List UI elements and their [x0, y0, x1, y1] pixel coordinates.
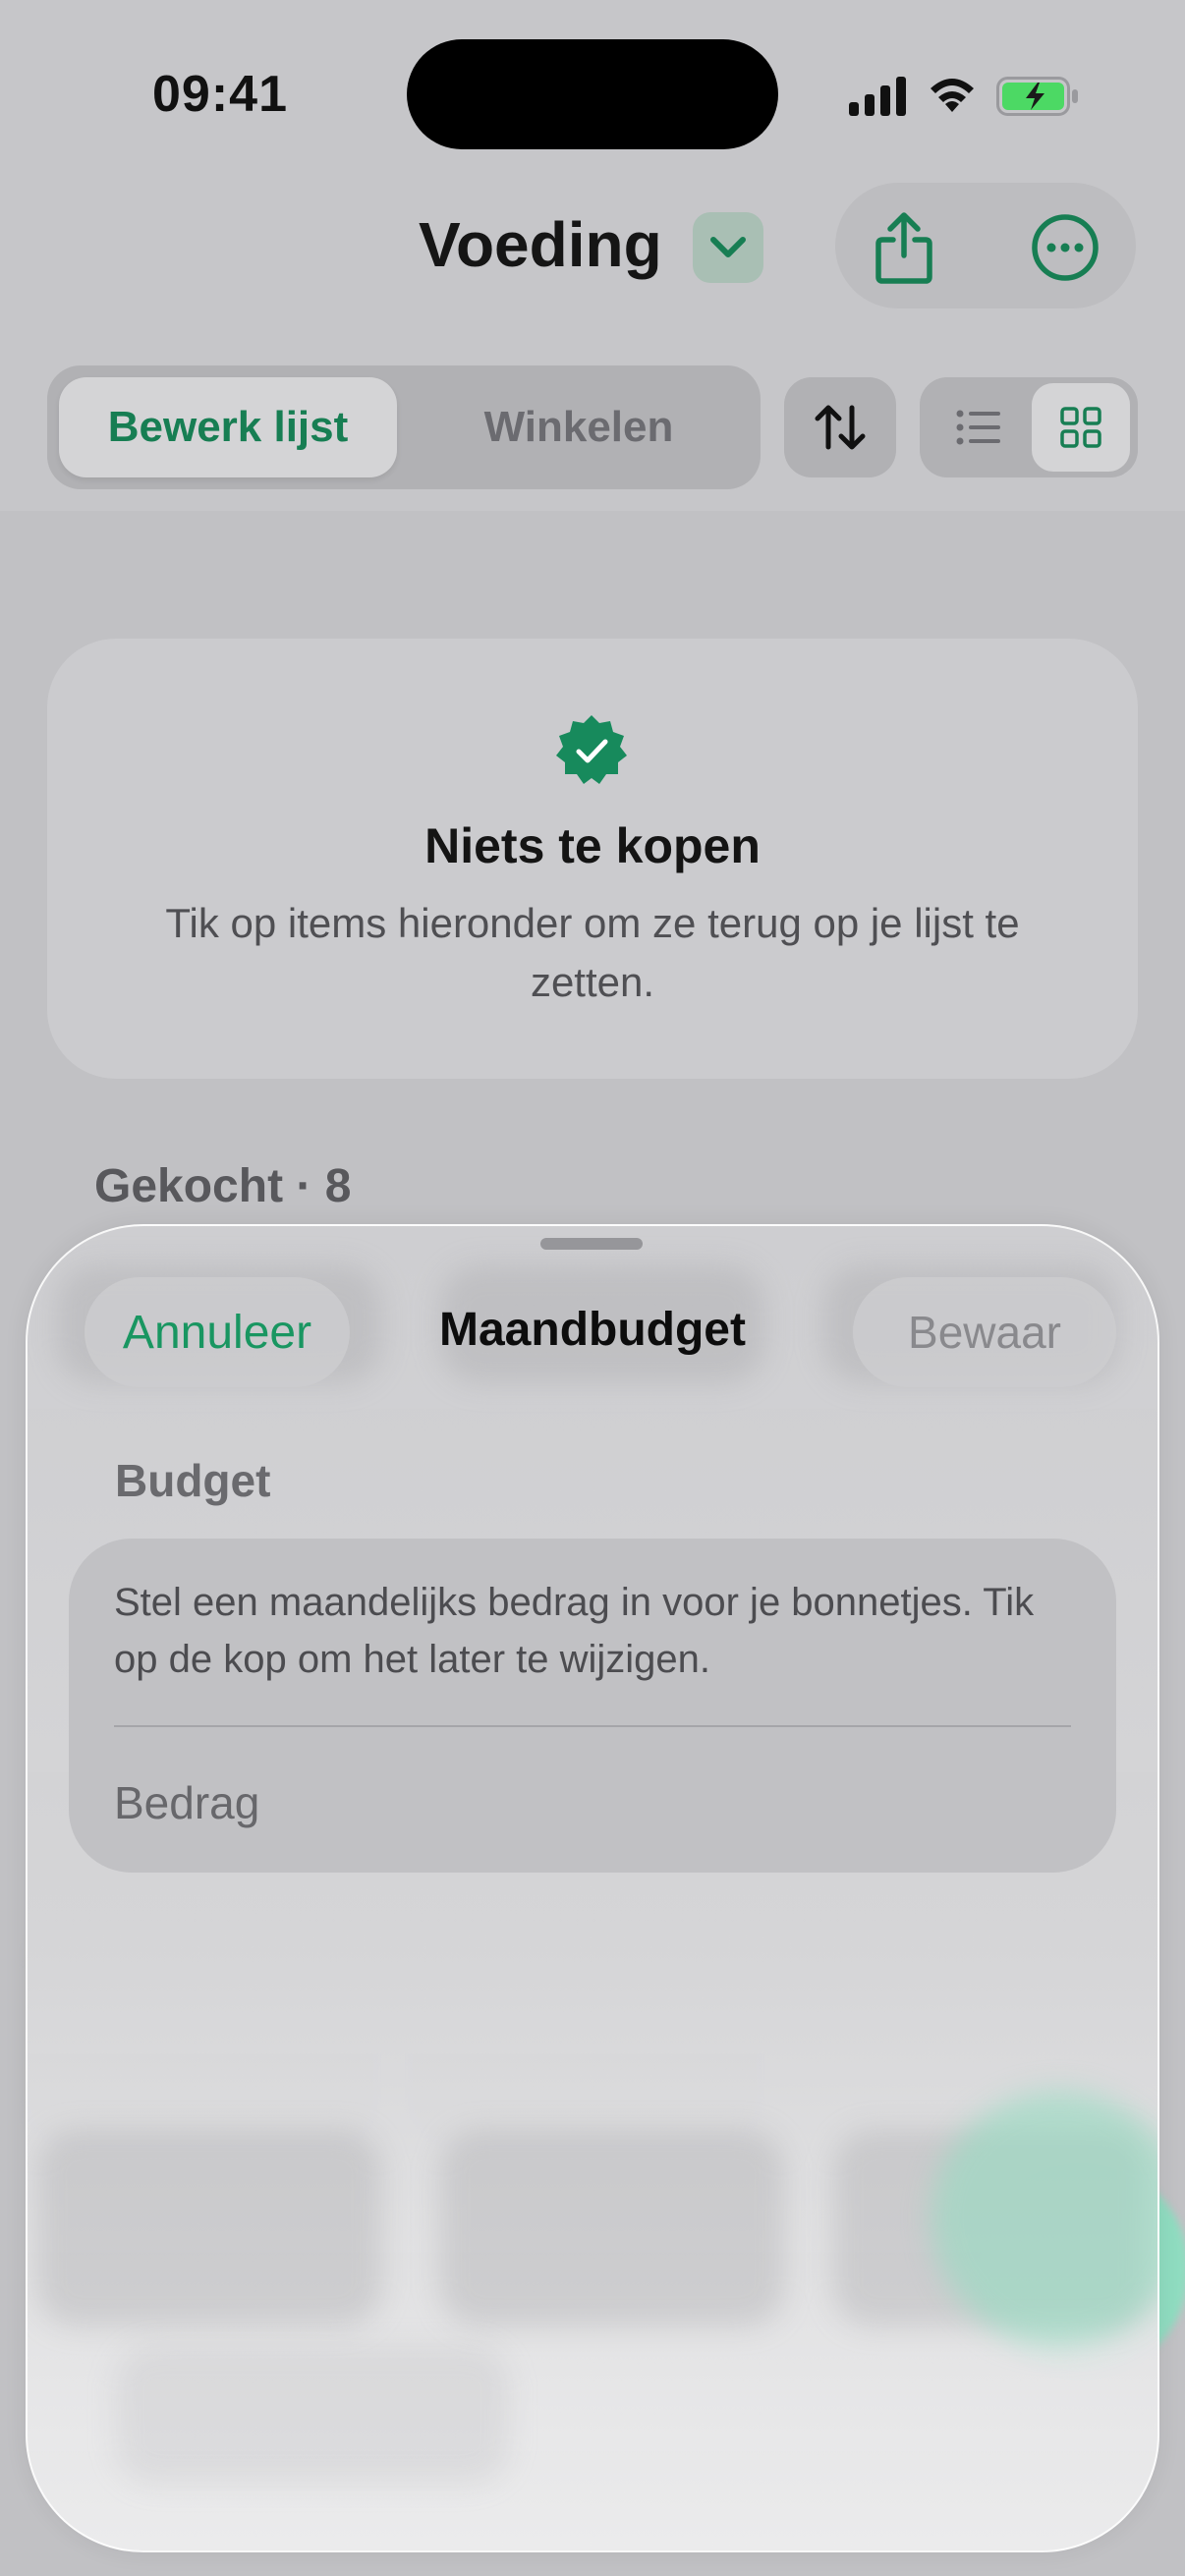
form-divider [114, 1725, 1071, 1727]
tab-shopping[interactable]: Winkelen [407, 377, 751, 477]
chevron-down-icon [710, 237, 746, 257]
budget-section-label: Budget [115, 1455, 271, 1506]
blurred-item [37, 2130, 381, 2326]
status-time: 09:41 [152, 66, 288, 123]
purchased-section-header: Gekocht · 8 [94, 1160, 352, 1212]
ellipsis-circle-icon [1032, 214, 1099, 281]
list-icon [956, 410, 1000, 445]
blurred-tab-bar [116, 2346, 509, 2484]
more-options-button[interactable] [1018, 200, 1112, 295]
save-button[interactable]: Bewaar [853, 1277, 1116, 1387]
list-picker-button[interactable] [693, 212, 763, 283]
budget-sheet [26, 1224, 1159, 2552]
dynamic-island [407, 39, 778, 149]
sheet-grabber[interactable] [540, 1238, 643, 1250]
share-icon [875, 212, 932, 284]
verified-badge-icon [556, 715, 627, 784]
sort-arrows-icon [815, 405, 866, 450]
cellular-signal-icon [849, 77, 906, 116]
empty-state-description: Tik op items hieronder om ze terug op je… [165, 900, 1020, 1005]
battery-icon [996, 77, 1078, 116]
list-view-button[interactable] [931, 385, 1026, 470]
wifi-icon [931, 79, 974, 112]
empty-state-title: Niets te kopen [424, 818, 761, 873]
amount-input[interactable] [114, 1768, 1071, 1837]
share-button[interactable] [857, 200, 951, 295]
grid-view-button[interactable] [1032, 383, 1130, 472]
sort-button[interactable] [784, 377, 896, 477]
list-title[interactable]: Voeding [419, 208, 662, 281]
grid-icon [1060, 407, 1101, 448]
blurred-item [440, 2130, 784, 2326]
budget-description: Stel een maandelijks bedrag in voor je b… [114, 1581, 1035, 1681]
tab-edit-list[interactable]: Bewerk lijst [59, 377, 397, 477]
